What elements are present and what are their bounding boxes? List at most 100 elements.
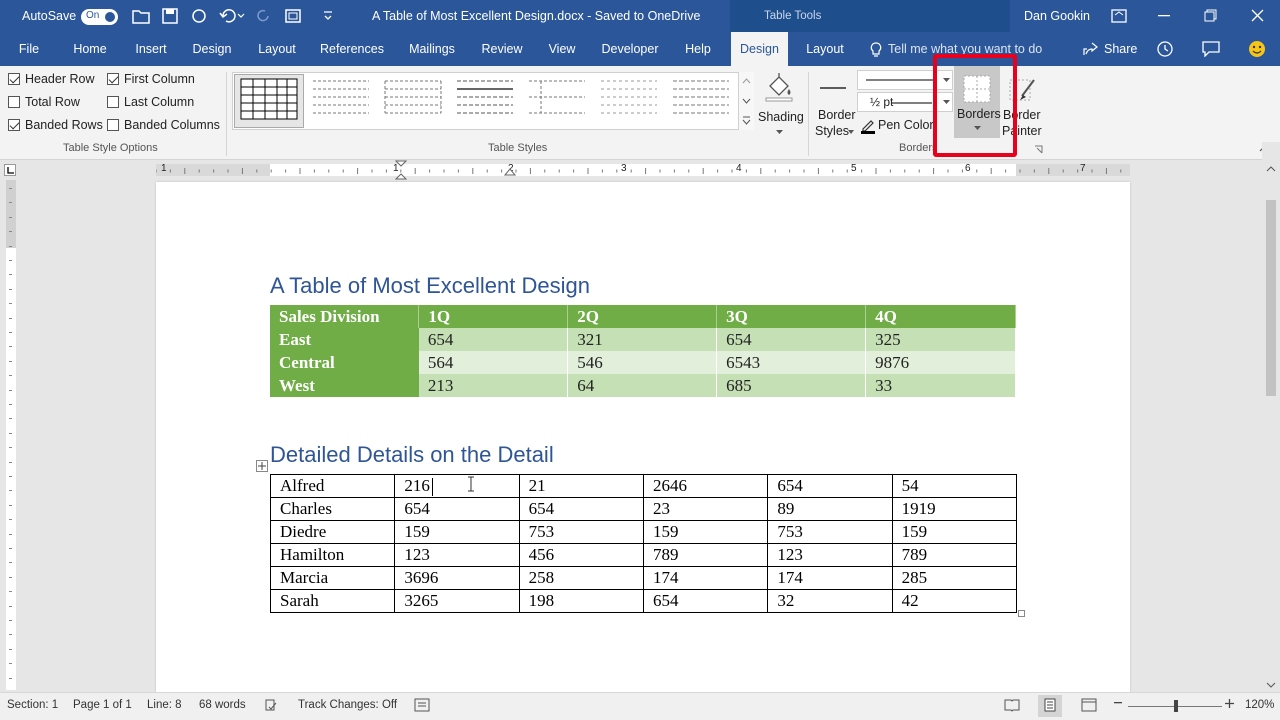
table-cell[interactable]: 321 [567,328,718,351]
close-icon[interactable] [1251,9,1264,22]
tab-view[interactable]: View [542,32,582,66]
page-indicator[interactable]: Page 1 of 1 [73,699,132,711]
table-cell[interactable]: 789 [891,543,1018,567]
document-page[interactable]: A Table of Most Excellent Design Sales D… [156,182,1130,692]
table-header-cell[interactable]: Sales Division [270,305,420,328]
table-header-cell[interactable]: 4Q [865,305,1016,328]
table-cell[interactable]: 159 [891,520,1018,544]
table-cell[interactable]: 64 [567,374,718,397]
banded-rows-checkbox[interactable] [8,119,20,131]
table-style-plain-1-thumbnail[interactable] [311,75,371,123]
tab-table-design[interactable]: Design [731,32,788,66]
zoom-level[interactable]: 120% [1245,699,1274,711]
user-name[interactable]: Dan Gookin [1024,9,1090,23]
table-cell[interactable]: 654 [767,474,893,498]
table-cell[interactable]: 546 [567,351,718,374]
table-cell[interactable]: 123 [767,543,893,567]
table-cell[interactable]: Hamilton [269,543,396,567]
first-column-checkbox[interactable] [107,73,119,85]
table-cell[interactable]: 198 [518,589,644,613]
table-cell[interactable]: 654 [518,497,644,521]
table-cell[interactable]: 23 [642,497,769,521]
zoom-in-icon[interactable] [1225,699,1234,708]
table-cell[interactable]: Diedre [269,520,396,544]
table-cell[interactable]: 174 [642,566,769,590]
table-cell[interactable]: 3265 [394,589,520,613]
minimize-icon[interactable] [1158,15,1170,17]
table-cell[interactable]: 654 [418,328,569,351]
tab-table-layout[interactable]: Layout [798,32,852,66]
header-row-checkbox[interactable] [8,73,20,85]
last-column-checkbox[interactable] [107,96,119,108]
table-cell[interactable]: 174 [767,566,893,590]
table-cell[interactable]: Alfred [269,474,396,498]
customize-toolbar-icon[interactable] [322,10,334,22]
zoom-slider-thumb[interactable] [1174,700,1178,712]
table-style-plain-2-thumbnail[interactable] [383,75,443,123]
gallery-down-icon[interactable] [742,98,751,104]
print-layout-view-icon[interactable] [1043,698,1057,712]
table-cell[interactable]: 685 [716,374,867,397]
table-cell[interactable]: 216 [394,474,520,498]
tab-stop-marker-icon[interactable] [504,166,516,176]
web-layout-view-icon[interactable] [1081,698,1097,712]
tab-selector[interactable] [4,164,16,176]
table-cell[interactable]: 325 [865,328,1016,351]
share-button[interactable]: Share [1104,42,1137,56]
table-style-plain-6-thumbnail[interactable] [671,75,731,123]
borders-dialog-launcher-icon[interactable] [1034,145,1043,154]
table-cell[interactable]: 159 [642,520,769,544]
table-cell[interactable]: 564 [418,351,569,374]
word-count[interactable]: 68 words [199,699,246,711]
scroll-up-icon[interactable] [1266,166,1276,172]
table-cell[interactable]: 159 [394,520,520,544]
table-cell[interactable]: 753 [767,520,893,544]
gallery-up-icon[interactable] [742,78,751,84]
table-cell[interactable]: 54 [891,474,1018,498]
open-folder-icon[interactable] [132,8,150,24]
tab-references[interactable]: References [317,32,387,66]
table-header-cell[interactable]: 3Q [716,305,867,328]
table-cell[interactable]: 258 [518,566,644,590]
print-layout-icon[interactable] [284,8,302,24]
table-resize-handle[interactable] [1018,610,1025,617]
smiley-feedback-icon[interactable] [1248,40,1266,58]
table-cell[interactable]: Marcia [269,566,396,590]
table-cell[interactable]: 123 [394,543,520,567]
tab-mailings[interactable]: Mailings [401,32,463,66]
table-cell[interactable]: 1919 [891,497,1018,521]
table-cell[interactable]: 654 [394,497,520,521]
autosave-toggle[interactable]: On [81,9,118,25]
table-cell[interactable]: 42 [891,589,1018,613]
table-header-cell[interactable]: 1Q [418,305,569,328]
table-move-handle-icon[interactable] [256,460,268,472]
line-indicator[interactable]: Line: 8 [147,699,182,711]
indent-marker-icon[interactable] [395,160,407,180]
tab-review[interactable]: Review [476,32,528,66]
row-header-cell[interactable]: East [270,328,419,351]
table-cell[interactable]: 3696 [394,566,520,590]
tab-layout[interactable]: Layout [251,32,303,66]
table-cell[interactable]: 21 [518,474,644,498]
tab-design[interactable]: Design [188,32,236,66]
tab-developer[interactable]: Developer [596,32,664,66]
banded-columns-checkbox[interactable] [107,119,119,131]
undo-icon[interactable] [219,8,245,24]
table-header-cell[interactable]: 2Q [567,305,718,328]
pen-color-button[interactable]: Pen Color [858,116,938,136]
read-mode-icon[interactable] [1004,698,1020,712]
history-icon[interactable] [1156,40,1174,58]
proofing-icon[interactable] [264,698,278,712]
table-cell[interactable]: 456 [518,543,644,567]
scroll-thumb[interactable] [1266,200,1276,396]
save-icon[interactable] [162,8,178,24]
section-indicator[interactable]: Section: 1 [7,699,58,711]
table-cell[interactable]: 285 [891,566,1018,590]
table-cell[interactable]: Sarah [269,589,396,613]
ribbon-display-options-icon[interactable] [1111,9,1127,23]
row-header-cell[interactable]: West [270,374,419,397]
table-cell[interactable]: Charles [269,497,396,521]
table-cell[interactable]: 2646 [642,474,769,498]
table-cell[interactable]: 654 [642,589,769,613]
scroll-down-icon[interactable] [1266,682,1276,688]
